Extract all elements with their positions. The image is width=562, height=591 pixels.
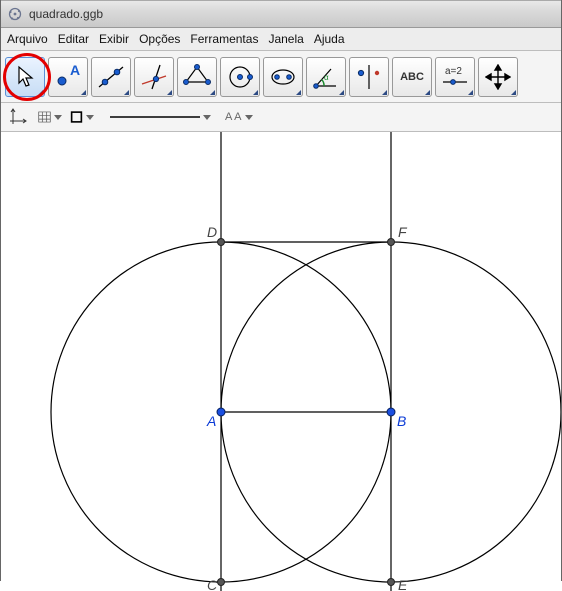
label-C: C xyxy=(207,577,218,591)
point-A[interactable] xyxy=(217,408,225,416)
point-B[interactable] xyxy=(387,408,395,416)
point-D[interactable] xyxy=(218,239,225,246)
chevron-down-icon xyxy=(54,115,62,120)
tool-text[interactable]: ABC xyxy=(392,57,432,97)
window-title: quadrado.ggb xyxy=(29,7,103,21)
chevron-down-icon xyxy=(86,115,94,120)
tool-polygon[interactable] xyxy=(177,57,217,97)
label-E: E xyxy=(398,577,408,591)
geometry-canvas[interactable]: A B C D E F xyxy=(1,132,561,591)
label-A: A xyxy=(206,413,216,429)
menu-view[interactable]: Exibir xyxy=(99,32,129,46)
svg-text:A: A xyxy=(70,63,80,78)
point-E[interactable] xyxy=(388,579,395,586)
toolbar: A α ABC a=2 xyxy=(1,51,561,103)
slider-icon-label: a=2 xyxy=(445,66,462,77)
point-C[interactable] xyxy=(218,579,225,586)
tool-conic[interactable] xyxy=(263,57,303,97)
menu-tools[interactable]: Ferramentas xyxy=(190,32,258,46)
tool-perpendicular[interactable] xyxy=(134,57,174,97)
point-style-icon[interactable] xyxy=(70,106,94,128)
text-icon-label: ABC xyxy=(400,71,424,83)
font-size-dropdown[interactable]: A A xyxy=(219,111,253,123)
menu-edit[interactable]: Editar xyxy=(58,32,89,46)
label-D: D xyxy=(207,224,217,240)
tool-line[interactable] xyxy=(91,57,131,97)
toggle-grid-icon[interactable] xyxy=(38,106,62,128)
titlebar: quadrado.ggb xyxy=(1,0,561,28)
stylebar: A A xyxy=(1,103,561,132)
menu-file[interactable]: Arquivo xyxy=(7,32,48,46)
toggle-axes-icon[interactable] xyxy=(6,106,30,128)
tool-translate-view[interactable] xyxy=(478,57,518,97)
app-icon xyxy=(7,6,23,22)
svg-text:α: α xyxy=(324,73,329,82)
tool-move[interactable] xyxy=(5,57,45,97)
menubar: Arquivo Editar Exibir Opções Ferramentas… xyxy=(1,28,561,51)
menu-help[interactable]: Ajuda xyxy=(314,32,345,46)
font-size-label: A A xyxy=(225,111,242,123)
menu-window[interactable]: Janela xyxy=(268,32,303,46)
label-B: B xyxy=(397,413,406,429)
chevron-down-icon xyxy=(245,115,253,120)
tool-slider[interactable]: a=2 xyxy=(435,57,475,97)
chevron-down-icon xyxy=(203,115,211,120)
label-F: F xyxy=(398,224,408,240)
menu-options[interactable]: Opções xyxy=(139,32,180,46)
tool-circle[interactable] xyxy=(220,57,260,97)
tool-point[interactable]: A xyxy=(48,57,88,97)
point-F[interactable] xyxy=(388,239,395,246)
line-style-dropdown[interactable] xyxy=(110,113,211,121)
tool-reflect[interactable] xyxy=(349,57,389,97)
tool-angle[interactable]: α xyxy=(306,57,346,97)
